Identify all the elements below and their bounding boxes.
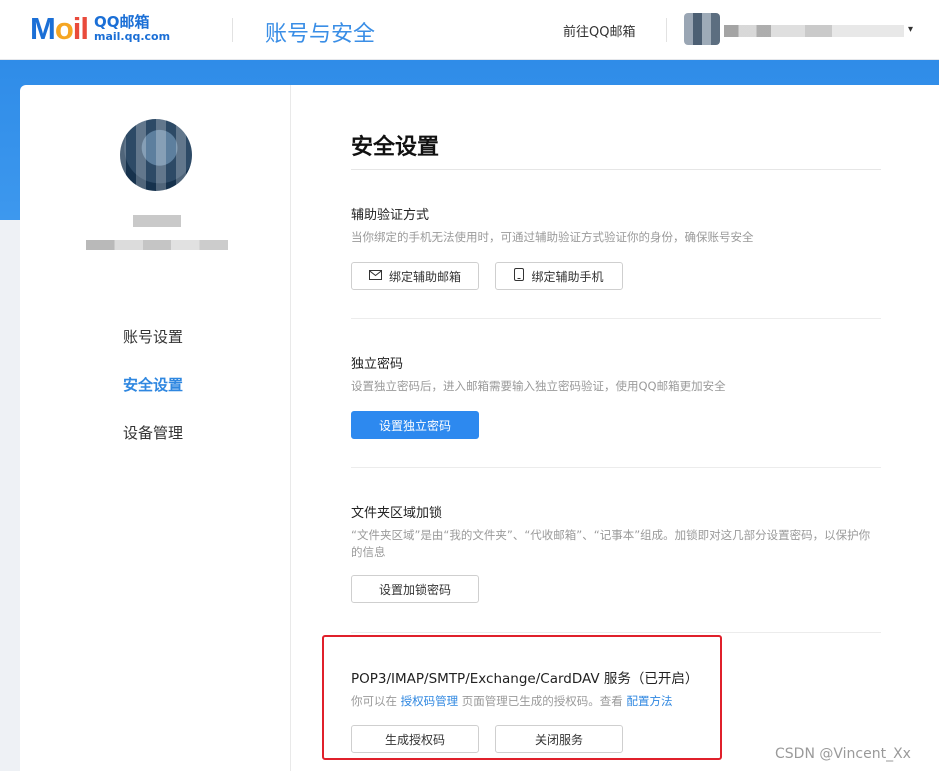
section-independent-password: 独立密码 设置独立密码后，进入邮箱需要输入独立密码验证，使用QQ邮箱更加安全 设… bbox=[351, 353, 881, 439]
profile-avatar bbox=[116, 115, 196, 195]
section-title: 辅助验证方式 bbox=[351, 208, 430, 223]
qq-mail-logo[interactable]: Moil QQ邮箱 mail.qq.com bbox=[30, 12, 170, 46]
profile-id-blurred bbox=[86, 240, 228, 250]
section-folder-lock: 文件夹区域加锁 “文件夹区域”是由“我的文件夹”、“代收邮箱”、“记事本”组成。… bbox=[351, 502, 881, 603]
go-to-qq-mail-link[interactable]: 前往QQ邮箱 bbox=[563, 21, 635, 40]
highlight-annotation-box bbox=[322, 635, 722, 760]
user-menu-caret-icon[interactable]: ▾ bbox=[908, 24, 913, 35]
top-header: Moil QQ邮箱 mail.qq.com 账号与安全 前往QQ邮箱 ▾ bbox=[0, 0, 939, 60]
section-title: 独立密码 bbox=[351, 357, 404, 372]
logo-mark: Moil bbox=[30, 11, 89, 46]
section-desc: 设置独立密码后，进入邮箱需要输入独立密码验证，使用QQ邮箱更加安全 bbox=[351, 379, 726, 393]
sidebar-item-account-settings[interactable]: 账号设置 bbox=[123, 326, 183, 347]
sidebar: 账号设置 安全设置 设备管理 bbox=[20, 85, 291, 771]
section-divider bbox=[351, 467, 881, 468]
header-divider bbox=[232, 18, 233, 42]
section-desc: 当你绑定的手机无法使用时，可通过辅助验证方式验证你的身份，确保账号安全 bbox=[351, 230, 754, 244]
section-desc: “文件夹区域”是由“我的文件夹”、“代收邮箱”、“记事本”组成。加锁即对这几部分… bbox=[351, 528, 871, 559]
set-lock-password-button[interactable]: 设置加锁密码 bbox=[351, 575, 479, 603]
section-divider bbox=[351, 632, 881, 633]
mail-icon bbox=[368, 269, 382, 283]
page-title: 安全设置 bbox=[351, 135, 440, 160]
watermark: CSDN @Vincent_Xx bbox=[775, 746, 911, 762]
bind-aux-phone-label: 绑定辅助手机 bbox=[531, 269, 604, 284]
header-title: 账号与安全 bbox=[265, 22, 376, 47]
section-title: 文件夹区域加锁 bbox=[351, 506, 443, 521]
bind-aux-phone-button[interactable]: 绑定辅助手机 bbox=[495, 262, 623, 290]
phone-icon bbox=[514, 268, 525, 284]
bind-aux-email-label: 绑定辅助邮箱 bbox=[388, 269, 461, 284]
bind-aux-email-button[interactable]: 绑定辅助邮箱 bbox=[351, 262, 479, 290]
sidebar-item-device-management[interactable]: 设备管理 bbox=[123, 422, 183, 443]
title-divider bbox=[351, 169, 881, 170]
header-divider bbox=[666, 18, 667, 42]
section-divider bbox=[351, 318, 881, 319]
logo-text-bottom: mail.qq.com bbox=[94, 30, 171, 44]
user-name-blurred[interactable] bbox=[724, 25, 904, 37]
profile-name-blurred bbox=[133, 215, 181, 227]
set-independent-password-button[interactable]: 设置独立密码 bbox=[351, 411, 479, 439]
section-aux-verify: 辅助验证方式 当你绑定的手机无法使用时，可通过辅助验证方式验证你的身份，确保账号… bbox=[351, 204, 881, 290]
logo-text-top: QQ邮箱 bbox=[94, 13, 150, 32]
user-avatar[interactable] bbox=[684, 13, 720, 45]
sidebar-item-security-settings[interactable]: 安全设置 bbox=[123, 374, 183, 395]
